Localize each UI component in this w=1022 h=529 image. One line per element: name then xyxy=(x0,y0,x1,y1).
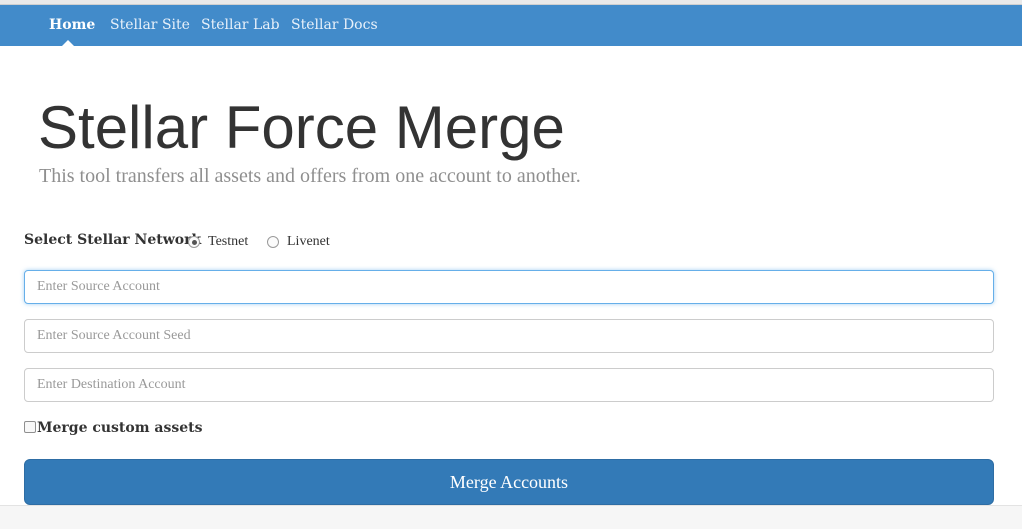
network-select-label: Select Stellar Network xyxy=(24,232,202,248)
top-navbar: Home Stellar Site Stellar Lab Stellar Do… xyxy=(0,5,1022,46)
merge-accounts-button[interactable]: Merge Accounts xyxy=(24,459,994,505)
destination-account-input[interactable] xyxy=(24,368,994,402)
source-account-input[interactable] xyxy=(24,270,994,304)
testnet-radio[interactable] xyxy=(188,236,200,248)
testnet-radio-label[interactable]: Testnet xyxy=(208,234,248,250)
livenet-radio-label[interactable]: Livenet xyxy=(287,234,330,250)
main-content: Stellar Force Merge This tool transfers … xyxy=(0,46,1022,505)
merge-custom-assets-checkbox[interactable] xyxy=(24,421,36,433)
page-title: Stellar Force Merge xyxy=(38,94,565,161)
page-bottom-strip xyxy=(0,505,1022,529)
nav-home-link[interactable]: Home xyxy=(49,17,95,33)
nav-stellar-lab-link[interactable]: Stellar Lab xyxy=(201,17,280,33)
page-subtitle: This tool transfers all assets and offer… xyxy=(39,165,581,187)
source-account-seed-input[interactable] xyxy=(24,319,994,353)
nav-stellar-docs-link[interactable]: Stellar Docs xyxy=(291,17,378,33)
merge-custom-assets-label[interactable]: Merge custom assets xyxy=(37,420,203,436)
nav-stellar-site-link[interactable]: Stellar Site xyxy=(110,17,190,33)
livenet-radio[interactable] xyxy=(267,236,279,248)
